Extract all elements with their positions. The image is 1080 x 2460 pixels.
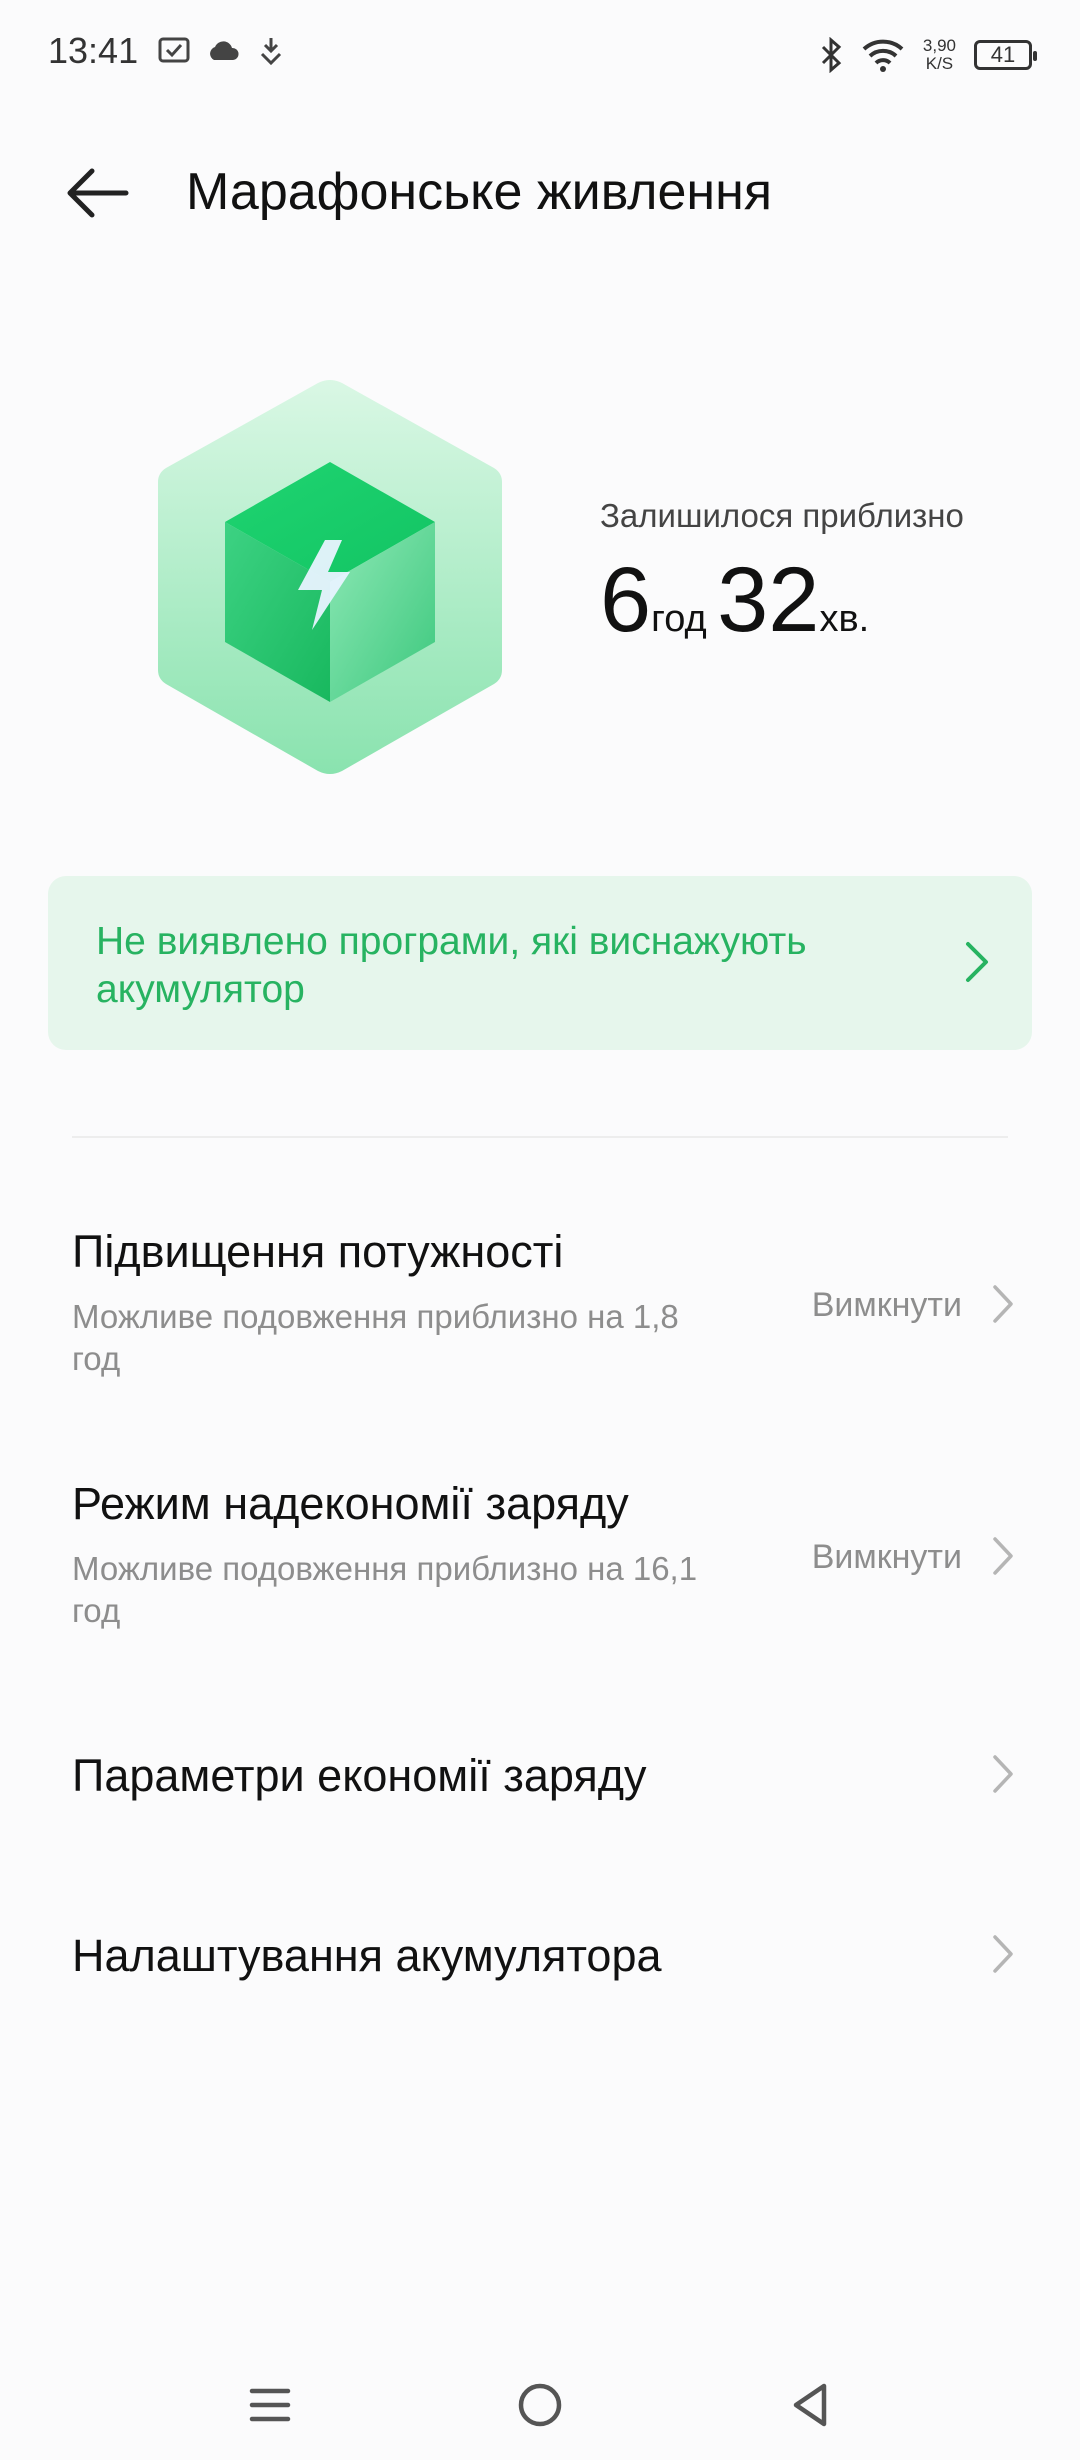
network-speed: 3,90 K/S	[923, 37, 956, 73]
setting-row-battery-settings[interactable]: Налаштування акумулятора	[0, 1900, 1080, 2020]
nav-back-button[interactable]	[770, 2370, 850, 2440]
home-icon	[518, 2383, 562, 2427]
home-button[interactable]	[500, 2370, 580, 2440]
power-drain-banner[interactable]: Не виявлено програми, які виснажують аку…	[48, 876, 1032, 1050]
divider	[72, 1136, 1008, 1138]
setting-subtitle: Можливе подовження приблизно на 1,8 год	[72, 1298, 679, 1377]
chevron-right-icon	[966, 942, 988, 982]
battery-icon: 41	[974, 40, 1037, 70]
navigation-bar	[0, 2350, 1080, 2460]
status-time: 13:41	[48, 30, 139, 71]
speed-unit: K/S	[925, 54, 954, 73]
setting-title: Параметри економії заряду	[72, 1750, 647, 1801]
battery-level: 41	[990, 42, 1016, 67]
setting-title: Режим надекономії заряду	[72, 1478, 629, 1529]
battery-cube-lightning-icon	[158, 380, 502, 774]
menu-icon	[249, 2388, 291, 2422]
chevron-right-icon	[993, 1935, 1013, 1973]
download-icon	[260, 38, 282, 66]
bluetooth-icon	[821, 37, 842, 73]
setting-row-ultra-saving[interactable]: Режим надекономії заряду Можливе подовже…	[0, 1448, 1080, 1648]
setting-subtitle: Можливе подовження приблизно на 16,1 год	[72, 1550, 698, 1629]
back-button[interactable]	[62, 158, 142, 228]
back-triangle-icon	[793, 2383, 827, 2427]
chevron-right-icon	[993, 1537, 1013, 1575]
check-notification-icon	[158, 37, 190, 63]
hours-unit: год	[651, 598, 707, 640]
speed-value: 3,90	[922, 36, 956, 55]
setting-value: Вимкнути	[811, 1286, 962, 1324]
remaining-minutes: 32	[717, 549, 820, 651]
remaining-time: 6год 32хв.	[600, 548, 869, 653]
recent-apps-button[interactable]	[230, 2370, 310, 2440]
chevron-right-icon	[993, 1755, 1013, 1793]
setting-row-saving-params[interactable]: Параметри економії заряду	[0, 1720, 1080, 1840]
status-bar: 13:41 3,90 K/S 41	[0, 0, 1080, 110]
setting-value: Вимкнути	[811, 1538, 962, 1576]
banner-text: Не виявлено програми, які виснажують аку…	[96, 920, 807, 1011]
setting-row-power-boost[interactable]: Підвищення потужності Можливе подовження…	[0, 1196, 1080, 1396]
cloud-icon	[210, 41, 239, 60]
remaining-hours: 6	[600, 549, 652, 651]
wifi-icon	[862, 39, 904, 72]
status-right: 3,90 K/S 41	[819, 30, 1037, 80]
page-title: Марафонське живлення	[186, 163, 772, 221]
setting-title: Підвищення потужності	[72, 1226, 564, 1277]
arrow-left-icon	[67, 168, 129, 218]
minutes-unit: хв.	[819, 598, 870, 640]
setting-title: Налаштування акумулятора	[72, 1930, 662, 1981]
chevron-right-icon	[993, 1285, 1013, 1323]
remaining-label: Залишилося приблизно	[600, 497, 964, 534]
